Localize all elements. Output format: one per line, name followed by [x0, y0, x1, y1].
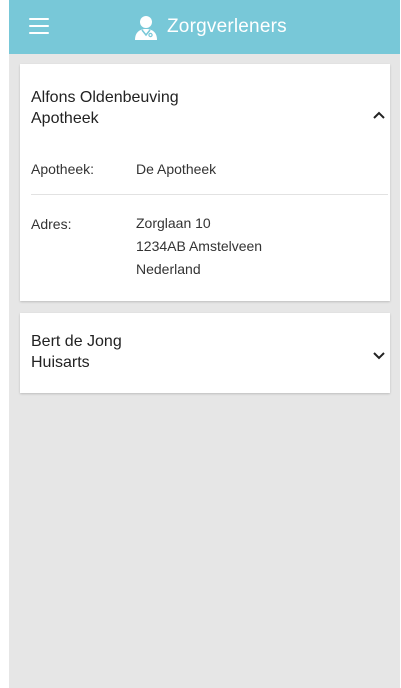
app-screen: Zorgverleners Alfons Oldenbeuving Apothe… [9, 0, 400, 688]
chevron-up-icon[interactable] [371, 107, 387, 123]
provider-card-collapsed[interactable]: Bert de Jong Huisarts [20, 313, 390, 393]
page-title: Zorgverleners [167, 16, 287, 37]
address-line-3: Nederland [136, 261, 201, 277]
divider [31, 194, 388, 195]
hamburger-menu-icon[interactable] [29, 18, 49, 34]
chevron-down-icon[interactable] [371, 348, 387, 364]
address-line-1: Zorglaan 10 [136, 215, 211, 231]
provider-card-expanded: Alfons Oldenbeuving Apotheek Apotheek: D… [20, 64, 390, 301]
provider-card-header[interactable]: Alfons Oldenbeuving Apotheek [20, 64, 390, 174]
address-line-2: 1234AB Amstelveen [136, 238, 263, 254]
provider-name: Alfons Oldenbeuving [31, 89, 179, 106]
doctor-icon [135, 16, 157, 40]
top-app-bar: Zorgverleners [9, 0, 400, 54]
apotheek-value: De Apotheek [136, 161, 217, 177]
apotheek-label: Apotheek: [31, 161, 95, 177]
provider-role: Huisarts [31, 354, 90, 371]
adres-label: Adres: [31, 216, 72, 232]
app-bar-title: Zorgverleners [133, 14, 287, 40]
provider-name: Bert de Jong [31, 333, 122, 350]
provider-role: Apotheek [31, 110, 99, 127]
